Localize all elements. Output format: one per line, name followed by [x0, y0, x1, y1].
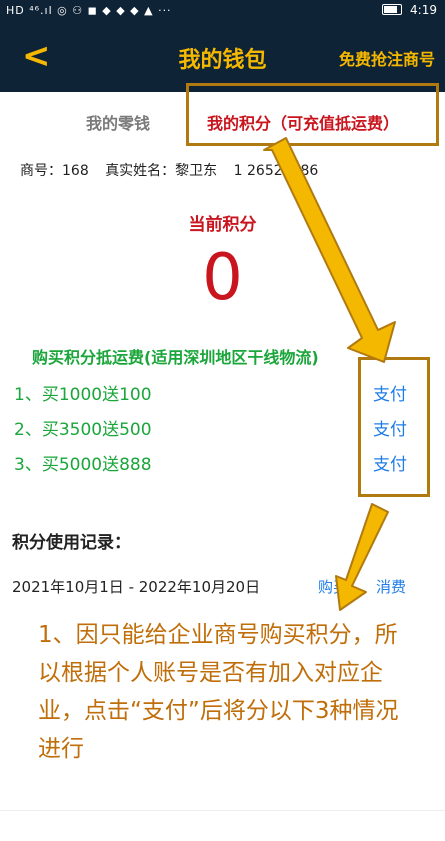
top-nav: < 我的钱包 免费抢注商号 [0, 22, 445, 92]
battery-icon [382, 4, 403, 15]
records-tab-consume[interactable]: 消费 [376, 576, 406, 597]
pay-highlight-box [358, 357, 430, 497]
divider [0, 810, 445, 811]
buy-points-title: 购买积分抵运费(适用深圳地区干线物流) [32, 348, 319, 367]
clock: 4:19 [410, 3, 437, 17]
points-value: 0 [202, 241, 243, 315]
offer-item: 2、买3500送500 [14, 420, 152, 440]
tab-change[interactable]: 我的零钱 [86, 110, 150, 134]
account-info: 商号：168 真实姓名：黎卫东 1 26520386 [20, 160, 330, 180]
real-name: 真实姓名：黎卫东 [105, 163, 218, 179]
offer-item: 1、买1000送100 [14, 385, 152, 405]
merchant-number: 商号：168 [20, 163, 89, 179]
offer-item: 3、买5000送888 [14, 455, 152, 475]
tab-highlight-box [186, 83, 439, 146]
status-bar: HD ⁴⁶.ıl ◎ ⚇ ◼ ◆ ◆ ◆ ▲ ··· 4:19 [0, 0, 445, 22]
date-range-filter[interactable]: 2021年10月1日 - 2022年10月20日 [12, 576, 260, 597]
annotation-note: 1、因只能给企业商号购买积分，所以根据个人账号是否有加入对应企业，点击“支付”后… [38, 622, 399, 762]
phone-number: 1 26520386 [233, 163, 319, 179]
points-label: 当前积分 [188, 215, 257, 235]
register-merchant-link[interactable]: 免费抢注商号 [339, 46, 435, 70]
records-title: 积分使用记录： [12, 533, 131, 553]
status-icons: HD ⁴⁶.ıl ◎ ⚇ ◼ ◆ ◆ ◆ ▲ ··· [6, 4, 172, 17]
records-tab-buy[interactable]: 购买 [318, 576, 348, 597]
status-right: 4:19 [382, 3, 437, 17]
